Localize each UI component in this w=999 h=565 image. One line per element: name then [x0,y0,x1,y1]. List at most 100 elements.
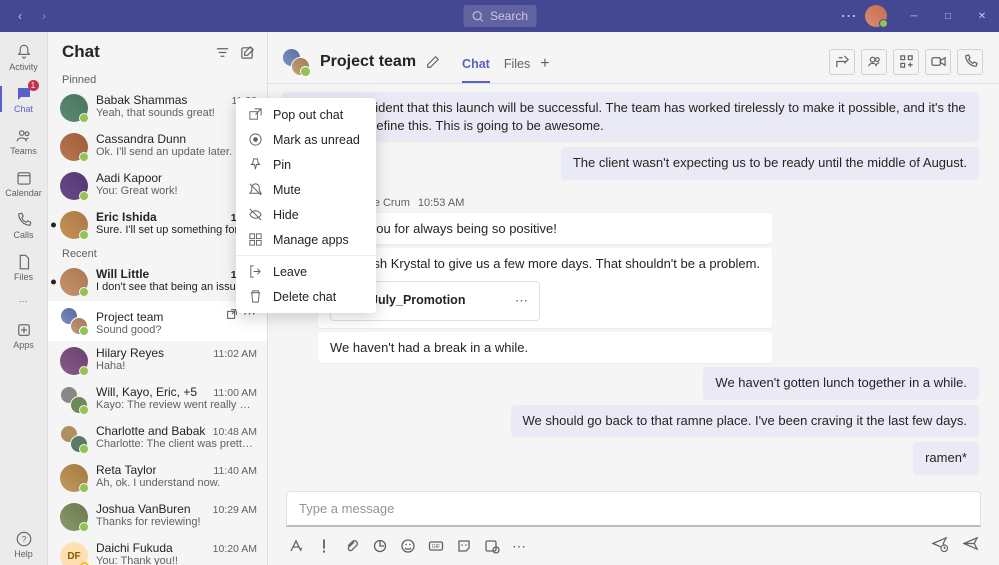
bell-icon [15,43,33,61]
message-bubble: ramen* [913,442,979,474]
menu-leave[interactable]: Leave [236,259,376,284]
rail-calendar[interactable]: Calendar [0,162,48,204]
chat-title: Project team [320,53,416,71]
participants-button[interactable] [861,49,887,75]
chat-item[interactable]: Charlotte and Babak10:48 AMCharlotte: Th… [48,419,267,458]
group-avatar [282,48,310,76]
chat-icon [15,85,33,103]
user-avatar[interactable] [865,5,887,27]
menu-pin[interactable]: Pin [236,152,376,177]
attach-icon[interactable] [344,538,360,554]
messages: I'm pretty confident that this launch wi… [268,84,999,485]
menu-mute[interactable]: Mute [236,177,376,202]
avatar [60,307,88,335]
gif-icon[interactable]: GIF [428,538,444,554]
chat-item[interactable]: Will, Kayo, Eric, +511:00 AMKayo: The re… [48,380,267,419]
menu-mark-unread[interactable]: Mark as unread [236,127,376,152]
message-bubble: I'm pretty confident that this launch wi… [282,92,979,141]
app-rail: Activity Chat Teams Calendar Calls Files [0,32,48,565]
search-icon [471,10,484,23]
avatar [60,94,88,122]
call-button[interactable] [957,49,983,75]
chat-item[interactable]: Babak Shammas11:32Yeah, that sounds grea… [48,88,267,127]
add-tab-button[interactable]: + [540,55,549,83]
avatar [60,464,88,492]
more-icon: ⋯ [19,296,29,307]
avatar [60,425,88,453]
new-chat-icon[interactable] [240,45,255,60]
avatar [60,133,88,161]
avatar [60,386,88,414]
message-bubble: The client wasn't expecting us to be rea… [561,147,979,179]
rail-more[interactable]: ⋯ [0,288,48,314]
video-button[interactable] [925,49,951,75]
priority-icon[interactable] [316,538,332,554]
schedule-icon[interactable] [484,538,500,554]
sticker-icon[interactable] [456,538,472,554]
avatar [60,268,88,296]
menu-manage-apps[interactable]: Manage apps [236,227,376,252]
minimize-button[interactable]: ─ [897,0,931,32]
context-menu: Pop out chat Mark as unread Pin Mute Hid… [236,98,376,313]
chat-item[interactable]: Will Little11:42I don't see that being a… [48,262,267,301]
svg-text:?: ? [21,535,26,544]
message-bubble: We haven't had a break in a while. [318,332,772,364]
send-later-icon[interactable] [931,535,948,552]
menu-popout[interactable]: Pop out chat [236,102,376,127]
plus-icon [15,321,33,339]
chat-item[interactable]: Eric Ishida11:46Sure. I'll set up someth… [48,205,267,244]
apps-button[interactable] [893,49,919,75]
chat-item[interactable]: Hilary Reyes11:02 AMHaha! [48,341,267,380]
chat-list: Chat Pinned Babak Shammas11:32Yeah, that… [48,32,268,565]
tab-files[interactable]: Files [504,57,530,83]
avatar [60,211,88,239]
search-placeholder: Search [490,9,528,23]
menu-hide[interactable]: Hide [236,202,376,227]
chat-item[interactable]: Cassandra DunnOk. I'll send an update la… [48,127,267,166]
share-button[interactable] [829,49,855,75]
tab-chat[interactable]: Chat [462,57,490,83]
chat-item[interactable]: Reta Taylor11:40 AMAh, ok. I understand … [48,458,267,497]
compose-input[interactable]: Type a message [286,491,981,527]
rail-help[interactable]: ? Help [0,523,48,565]
svg-text:GIF: GIF [432,544,440,550]
filter-icon[interactable] [215,45,230,60]
chat-item[interactable]: DF Daichi Fukuda10:20 AMYou: Thank you!! [48,536,267,565]
avatar [60,172,88,200]
send-icon[interactable] [962,535,979,552]
attachment-more-icon[interactable]: ⋯ [515,292,529,310]
avatar [60,347,88,375]
rail-files[interactable]: Files [0,246,48,288]
title-bar: ‹ › Search ⋯ ─ □ ✕ [0,0,999,32]
maximize-button[interactable]: □ [931,0,965,32]
emoji-icon[interactable] [400,538,416,554]
rail-calls[interactable]: Calls [0,204,48,246]
message-bubble: I will push Krystal to give us a few mor… [318,248,772,328]
chat-item-active[interactable]: Project team ⋯ Sound good? [48,301,267,341]
more-button[interactable]: ⋯ [833,6,865,26]
people-icon [15,127,33,145]
close-button[interactable]: ✕ [965,0,999,32]
phone-icon [15,211,33,229]
rail-chat[interactable]: Chat [0,78,48,120]
search-input[interactable]: Search [463,5,536,27]
back-button[interactable]: ‹ [8,4,32,28]
compose-area: Type a message GIF ⋯ [268,485,999,565]
message-time: 10:53 AM [418,197,464,209]
chat-item[interactable]: Joshua VanBuren10:29 AMThanks for review… [48,497,267,536]
format-icon[interactable] [288,538,304,554]
edit-icon[interactable] [426,55,440,69]
chat-list-title: Chat [62,42,205,62]
chat-item[interactable]: Aadi KapoorYou: Great work! [48,166,267,205]
rail-activity[interactable]: Activity [0,36,48,78]
more-tools-icon[interactable]: ⋯ [512,538,527,555]
menu-delete[interactable]: Delete chat [236,284,376,309]
chat-panel: Project team Chat Files + I'm pretty con… [268,32,999,565]
rail-apps[interactable]: Apps [0,314,48,356]
rail-teams[interactable]: Teams [0,120,48,162]
loop-icon[interactable] [372,538,388,554]
pinned-label: Pinned [48,70,267,88]
recent-label: Recent [48,244,267,262]
forward-button[interactable]: › [32,4,56,28]
avatar [60,503,88,531]
